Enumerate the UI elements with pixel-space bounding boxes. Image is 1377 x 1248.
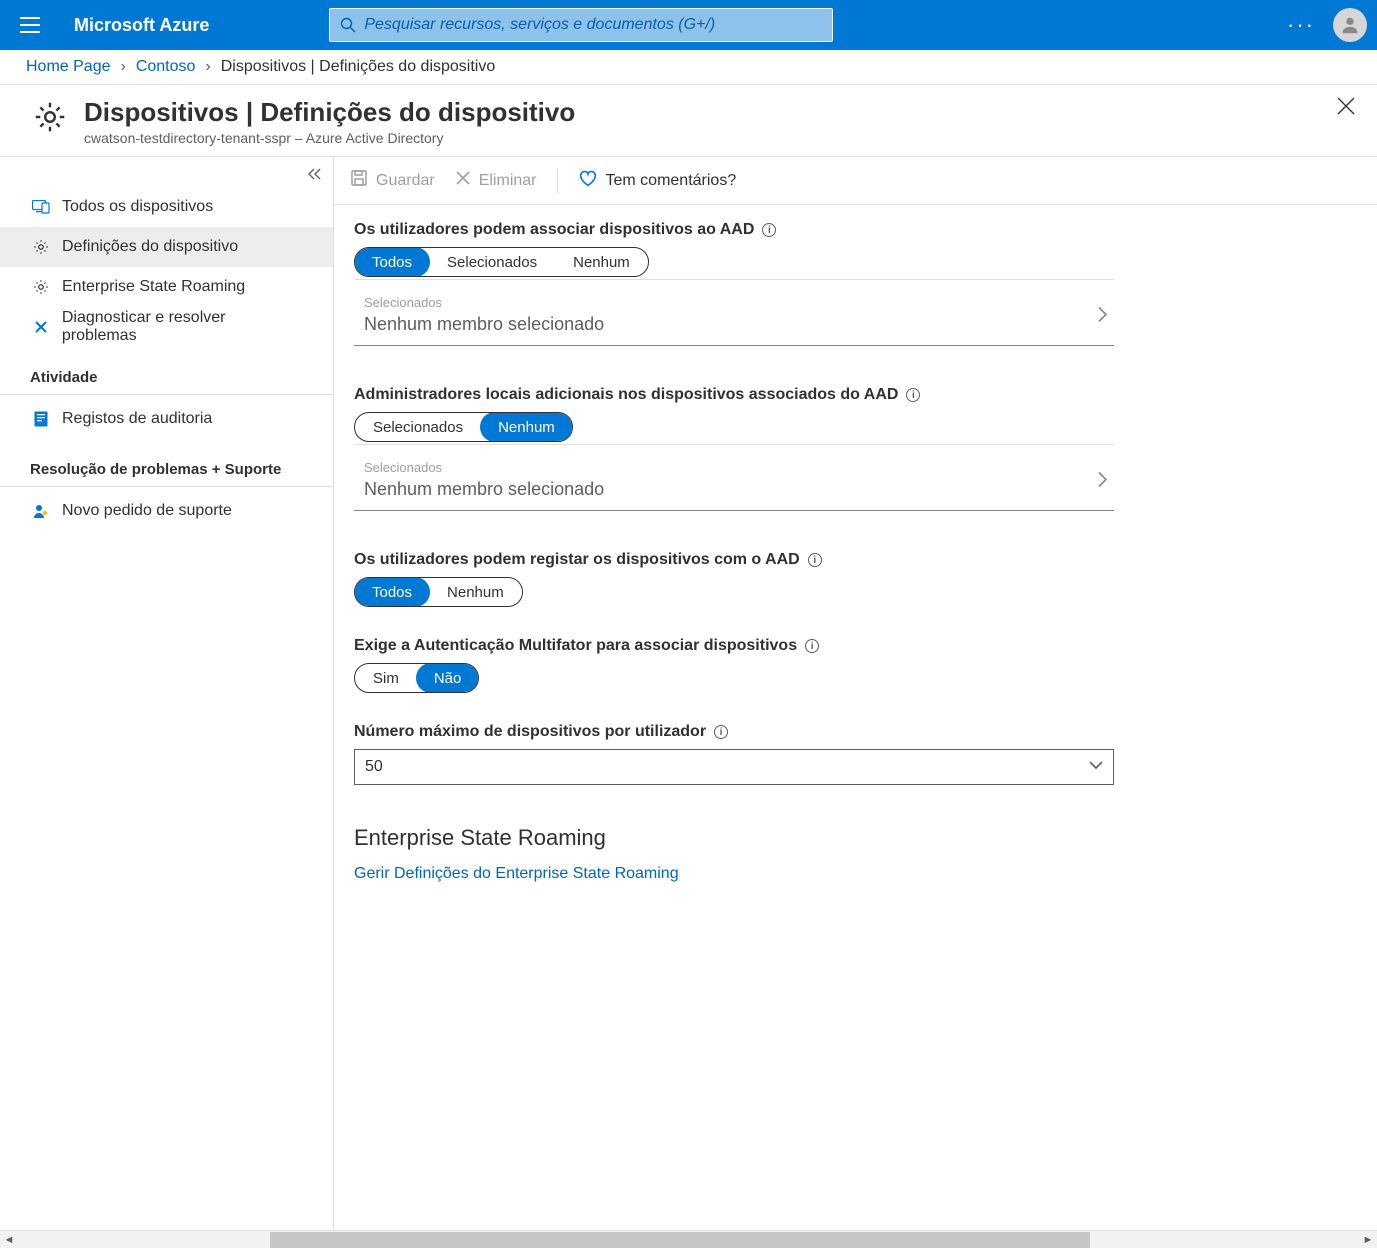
picker-value: Nenhum membro selecionado xyxy=(364,479,1114,500)
breadcrumb-current: Dispositivos | Definições do dispositivo xyxy=(221,58,496,76)
breadcrumb: Home Page › Contoso › Dispositivos | Def… xyxy=(0,50,1377,84)
sidenav-item-esr[interactable]: Enterprise State Roaming xyxy=(0,267,333,307)
chevron-right-icon: › xyxy=(121,58,126,76)
page-subtitle: cwatson-testdirectory-tenant-sspr – Azur… xyxy=(84,130,575,146)
sidenav-item-label: Definições do dispositivo xyxy=(62,238,238,256)
search-icon xyxy=(340,17,356,33)
info-icon[interactable]: i xyxy=(714,725,728,739)
seg-option-none[interactable]: Nenhum xyxy=(555,248,648,276)
info-icon[interactable]: i xyxy=(762,223,776,237)
horizontal-scrollbar[interactable]: ◄ ► xyxy=(0,1230,1377,1248)
sidenav-item-device-settings[interactable]: Definições do dispositivo xyxy=(0,227,333,267)
info-icon[interactable]: i xyxy=(906,388,920,402)
segmented-register-aad: Todos Nenhum xyxy=(354,577,523,607)
esr-link[interactable]: Gerir Definições do Enterprise State Roa… xyxy=(354,865,1357,883)
save-icon xyxy=(350,169,368,192)
scroll-right-icon[interactable]: ► xyxy=(1359,1231,1377,1248)
setting-label-mfa: Exige a Autenticação Multifator para ass… xyxy=(354,637,797,655)
chevron-right-icon: › xyxy=(205,58,210,76)
sidenav-heading-troubleshooting: Resolução de problemas + Suporte xyxy=(0,439,333,487)
segmented-join-aad: Todos Selecionados Nenhum xyxy=(354,247,649,277)
seg-option-yes[interactable]: Sim xyxy=(355,664,417,692)
brand-logo[interactable]: Microsoft Azure xyxy=(74,15,209,36)
discard-button[interactable]: Eliminar xyxy=(455,170,537,191)
seg-option-none[interactable]: Nenhum xyxy=(429,578,522,606)
heart-icon xyxy=(578,169,598,192)
blade-header: Dispositivos | Definições do dispositivo… xyxy=(0,85,1377,156)
select-value: 50 xyxy=(365,758,383,776)
member-picker-local-admins[interactable]: Selecionados Nenhum membro selecionado xyxy=(354,454,1114,511)
seg-option-no[interactable]: Não xyxy=(416,663,480,693)
picker-label: Selecionados xyxy=(364,460,1114,475)
picker-value: Nenhum membro selecionado xyxy=(364,314,1114,335)
page-title: Dispositivos | Definições do dispositivo xyxy=(84,97,575,128)
seg-option-all[interactable]: Todos xyxy=(354,247,430,277)
scroll-left-icon[interactable]: ◄ xyxy=(0,1231,18,1248)
log-icon xyxy=(30,411,52,427)
info-icon[interactable]: i xyxy=(808,553,822,567)
breadcrumb-contoso[interactable]: Contoso xyxy=(136,58,196,76)
sidenav-item-label: Novo pedido de suporte xyxy=(62,502,232,520)
sidenav-heading-activity: Atividade xyxy=(0,347,333,395)
esr-heading: Enterprise State Roaming xyxy=(354,825,1357,851)
separator xyxy=(557,169,558,193)
max-devices-select[interactable]: 50 xyxy=(354,749,1114,785)
collapse-nav-icon[interactable] xyxy=(307,167,321,186)
search-input[interactable] xyxy=(364,16,822,34)
overflow-menu-icon[interactable]: ··· xyxy=(1287,14,1315,36)
close-icon[interactable] xyxy=(1337,97,1355,120)
setting-label-local-admins: Administradores locais adicionais nos di… xyxy=(354,386,898,404)
side-nav: Todos os dispositivos Definições do disp… xyxy=(0,157,334,1242)
breadcrumb-home[interactable]: Home Page xyxy=(26,58,111,76)
gear-icon xyxy=(30,238,52,256)
global-search[interactable] xyxy=(329,8,833,42)
chevron-right-icon xyxy=(1096,306,1108,329)
chevron-right-icon xyxy=(1096,471,1108,494)
gear-icon xyxy=(32,99,68,140)
sidenav-item-audit-logs[interactable]: Registos de auditoria xyxy=(0,399,333,439)
command-bar: Guardar Eliminar Tem comentários? xyxy=(334,157,1377,205)
feedback-button[interactable]: Tem comentários? xyxy=(578,169,737,192)
close-icon xyxy=(455,170,471,191)
sidenav-item-support[interactable]: Novo pedido de suporte xyxy=(0,491,333,531)
setting-label-register-aad: Os utilizadores podem registar os dispos… xyxy=(354,551,800,569)
gear-icon xyxy=(30,278,52,296)
sidenav-item-all-devices[interactable]: Todos os dispositivos xyxy=(0,187,333,227)
segmented-local-admins: Selecionados Nenhum xyxy=(354,412,573,442)
scrollbar-thumb[interactable] xyxy=(270,1232,1090,1248)
sidenav-item-label: Todos os dispositivos xyxy=(62,198,213,216)
chevron-down-icon xyxy=(1089,758,1103,776)
sidenav-item-label: Diagnosticar e resolver problemas xyxy=(62,309,303,345)
sidenav-item-diagnose[interactable]: Diagnosticar e resolver problemas xyxy=(0,307,333,347)
seg-option-selected[interactable]: Selecionados xyxy=(355,413,481,441)
support-icon xyxy=(30,503,52,519)
picker-label: Selecionados xyxy=(364,295,1114,310)
setting-label-join-aad: Os utilizadores podem associar dispositi… xyxy=(354,221,754,239)
info-icon[interactable]: i xyxy=(805,639,819,653)
save-button[interactable]: Guardar xyxy=(350,169,435,192)
sidenav-item-label: Enterprise State Roaming xyxy=(62,278,245,296)
avatar[interactable] xyxy=(1333,8,1367,42)
seg-option-all[interactable]: Todos xyxy=(354,577,430,607)
seg-option-none[interactable]: Nenhum xyxy=(480,412,573,442)
devices-icon xyxy=(30,200,52,214)
member-picker-join-aad[interactable]: Selecionados Nenhum membro selecionado xyxy=(354,289,1114,346)
setting-label-max-devices: Número máximo de dispositivos por utiliz… xyxy=(354,723,706,741)
top-bar: Microsoft Azure ··· xyxy=(0,0,1377,50)
wrench-icon xyxy=(30,319,52,335)
sidenav-item-label: Registos de auditoria xyxy=(62,410,212,428)
menu-icon[interactable] xyxy=(10,5,50,45)
seg-option-selected[interactable]: Selecionados xyxy=(429,248,555,276)
segmented-mfa: Sim Não xyxy=(354,663,479,693)
